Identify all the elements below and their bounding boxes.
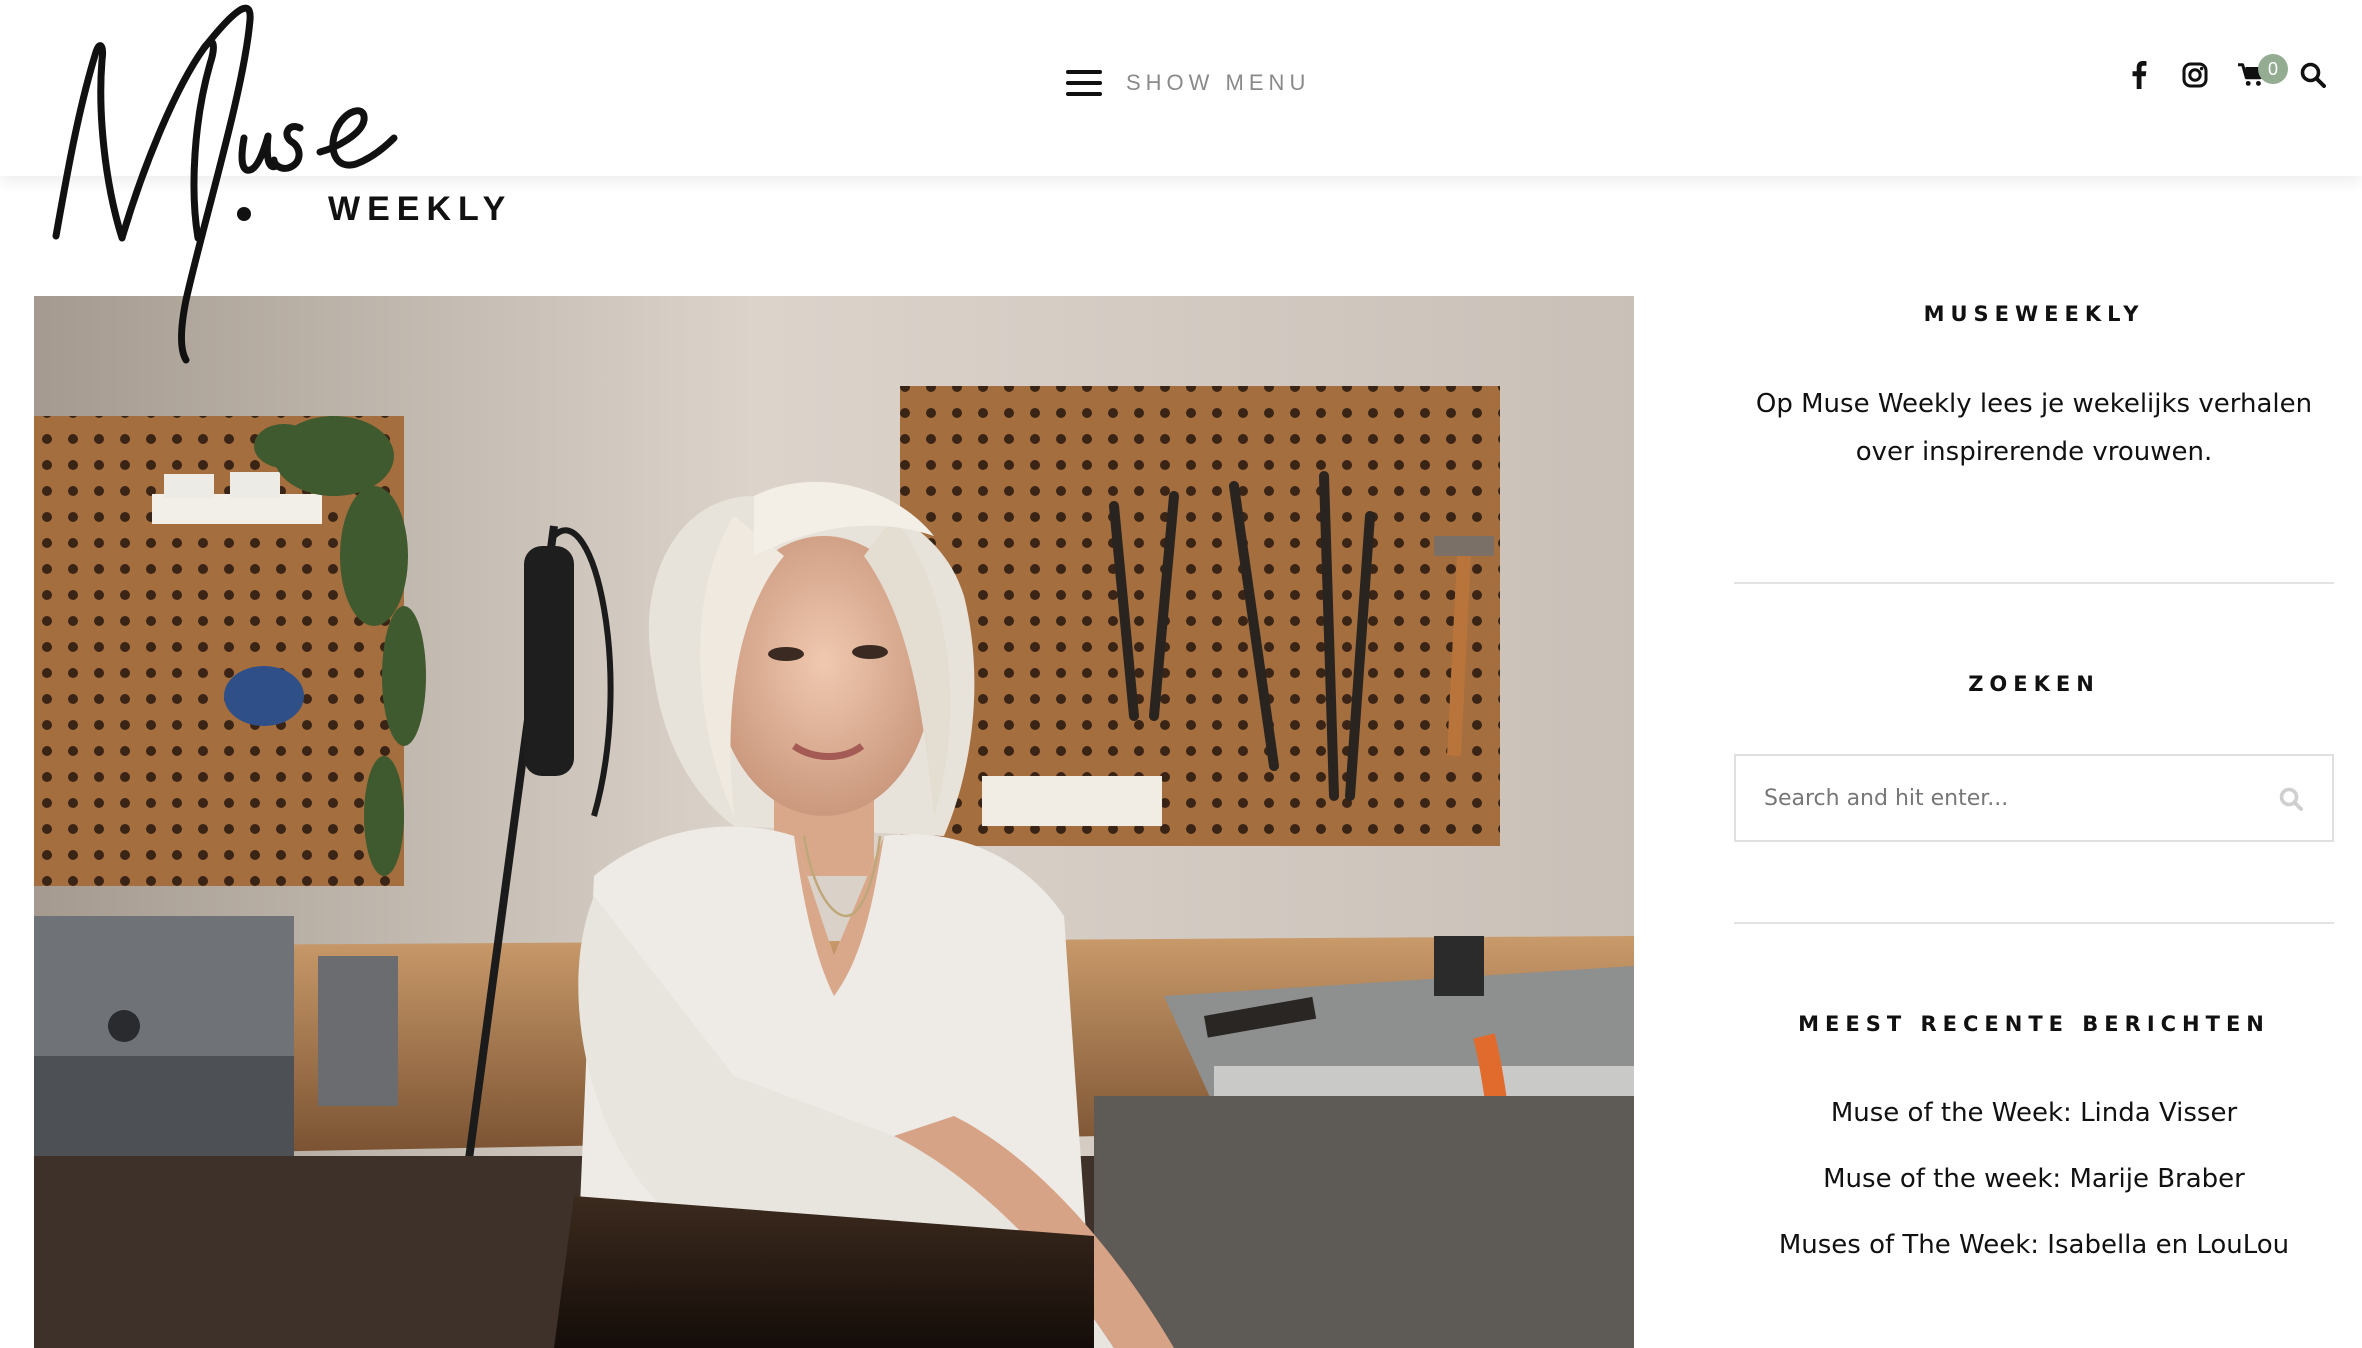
show-menu-button[interactable]: SHOW MENU: [1066, 68, 1310, 98]
hamburger-icon: [1066, 70, 1102, 96]
recent-posts-title: MEEST RECENTE BERICHTEN: [1798, 1012, 2270, 1036]
search-icon[interactable]: [2300, 60, 2326, 90]
about-widget-title: MUSEWEEKLY: [1923, 302, 2145, 326]
logo-wordmark: WEEKLY: [328, 190, 513, 228]
search-widget: ZOEKEN: [1734, 666, 2334, 842]
recent-posts-list: Muse of the Week: Linda Visser Muse of t…: [1734, 1080, 2334, 1278]
sidebar-search-input[interactable]: [1764, 785, 2244, 811]
about-text: Op Muse Weekly lees je wekelijks verhale…: [1755, 389, 2313, 467]
header-icons: 0: [2126, 54, 2326, 90]
cart-icon[interactable]: 0: [2238, 54, 2288, 90]
facebook-icon[interactable]: [2126, 60, 2152, 90]
recent-post-link[interactable]: Muses of The Week: Isabella en LouLou: [1734, 1212, 2334, 1278]
cart-count-badge: 0: [2258, 54, 2288, 84]
recent-posts-widget: MEEST RECENTE BERICHTEN Muse of the Week…: [1734, 1006, 2334, 1278]
featured-post-image[interactable]: [34, 296, 1634, 1348]
search-widget-title: ZOEKEN: [1968, 672, 2100, 696]
instagram-icon[interactable]: [2182, 60, 2208, 90]
recent-post-link[interactable]: Muse of the Week: Linda Visser: [1734, 1080, 2334, 1146]
muse-script-logo: [52, 4, 398, 364]
menu-label: SHOW MENU: [1126, 70, 1311, 95]
sidebar: MUSEWEEKLY Op Muse Weekly lees je wekeli…: [1734, 296, 2334, 1278]
sidebar-divider: [1734, 582, 2334, 584]
sidebar-divider: [1734, 922, 2334, 924]
site-logo[interactable]: WEEKLY: [44, 0, 505, 372]
recent-post-link[interactable]: Muse of the week: Marije Braber: [1734, 1146, 2334, 1212]
sidebar-search-box: [1734, 754, 2334, 842]
sidebar-search-icon[interactable]: [2278, 786, 2306, 814]
about-widget: MUSEWEEKLY Op Muse Weekly lees je wekeli…: [1734, 296, 2334, 476]
